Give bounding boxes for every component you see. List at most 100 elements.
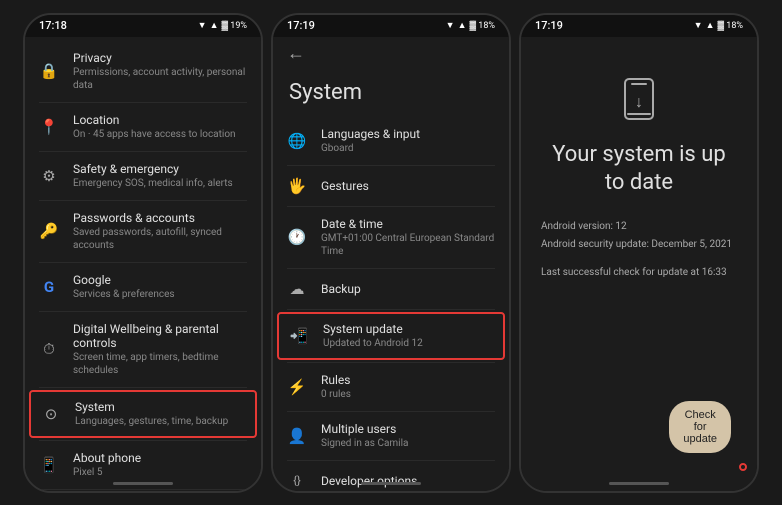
developer-title: Developer options <box>321 474 417 488</box>
signal-icon-1: ▼ <box>198 20 207 31</box>
backup-title: Backup <box>321 282 361 296</box>
phone-3: 17:19 ▼ ▲ ▓ 18% ↓ Your system is up to d… <box>519 13 759 493</box>
wellbeing-subtitle: Screen time, app timers, bedtime schedul… <box>73 351 247 377</box>
settings-list: 🔒 Privacy Permissions, account activity,… <box>25 37 261 491</box>
languages-item[interactable]: 🌐 Languages & input Gboard <box>273 117 509 165</box>
about-subtitle: Pixel 5 <box>73 466 141 479</box>
system-item[interactable]: ⊙ System Languages, gestures, time, back… <box>31 392 255 436</box>
screen-3: ↓ Your system is up to date Android vers… <box>521 37 757 491</box>
passwords-title: Passwords & accounts <box>73 211 247 225</box>
screen-1: 🔒 Privacy Permissions, account activity,… <box>25 37 261 491</box>
last-check-line: Last successful check for update at 16:3… <box>541 264 737 282</box>
signal-icon-2: ▼ <box>446 20 455 31</box>
signal-icon-3: ▼ <box>694 20 703 31</box>
passwords-item[interactable]: 🔑 Passwords & accounts Saved passwords, … <box>25 201 261 262</box>
google-icon: G <box>39 277 59 297</box>
status-bar-1: 17:18 ▼ ▲ ▓ 19% <box>25 15 261 37</box>
system-subtitle: Languages, gestures, time, backup <box>75 415 228 428</box>
users-title: Multiple users <box>321 422 408 436</box>
phone-update-icon: ↓ <box>617 77 661 121</box>
update-info: Android version: 12 Android security upd… <box>541 218 737 282</box>
rules-item[interactable]: ⚡ Rules 0 rules <box>273 363 509 411</box>
wifi-icon-2: ▲ <box>458 20 467 31</box>
users-icon: 👤 <box>287 426 307 446</box>
google-subtitle: Services & preferences <box>73 288 175 301</box>
status-icons-3: ▼ ▲ ▓ 18% <box>694 20 743 31</box>
datetime-icon: 🕐 <box>287 227 307 247</box>
update-title: Your system is up to date <box>541 141 737 198</box>
google-title: Google <box>73 273 175 287</box>
wifi-icon-1: ▲ <box>210 20 219 31</box>
system-update-item[interactable]: 📲 System update Updated to Android 12 <box>279 314 503 358</box>
wellbeing-icon: ⏱ <box>39 339 59 359</box>
status-time-1: 17:18 <box>39 19 67 32</box>
home-bar-3 <box>609 482 669 485</box>
passwords-icon: 🔑 <box>39 221 59 241</box>
location-item[interactable]: 📍 Location On · 45 apps have access to l… <box>25 103 261 151</box>
gestures-item[interactable]: 🖐 Gestures <box>273 166 509 206</box>
system-settings-list: 🌐 Languages & input Gboard 🖐 Gestures 🕐 … <box>273 113 509 491</box>
status-icons-2: ▼ ▲ ▓ 18% <box>446 20 495 31</box>
backup-item[interactable]: ☁ Backup <box>273 269 509 309</box>
back-button[interactable]: ← <box>273 37 509 70</box>
system-update-icon: 📲 <box>289 326 309 346</box>
divider <box>39 387 247 388</box>
system-title: System <box>75 400 228 414</box>
safety-subtitle: Emergency SOS, medical info, alerts <box>73 177 233 190</box>
status-time-3: 17:19 <box>535 19 563 32</box>
security-update-line: Android security update: December 5, 202… <box>541 236 737 254</box>
gestures-icon: 🖐 <box>287 176 307 196</box>
battery-icon-1: ▓ 19% <box>221 20 247 31</box>
passwords-subtitle: Saved passwords, autofill, synced accoun… <box>73 226 247 252</box>
status-bar-2: 17:19 ▼ ▲ ▓ 18% <box>273 15 509 37</box>
backup-icon: ☁ <box>287 279 307 299</box>
rules-subtitle: 0 rules <box>321 388 351 401</box>
location-title: Location <box>73 113 236 127</box>
privacy-icon: 🔒 <box>39 61 59 81</box>
svg-text:↓: ↓ <box>635 92 643 111</box>
system-update-subtitle: Updated to Android 12 <box>323 337 423 350</box>
home-bar-1 <box>113 482 173 485</box>
developer-item[interactable]: {} Developer options <box>273 461 509 491</box>
rules-icon: ⚡ <box>287 377 307 397</box>
phone-1: 17:18 ▼ ▲ ▓ 19% 🔒 Privacy Permissions, a… <box>23 13 263 493</box>
users-item[interactable]: 👤 Multiple users Signed in as Camila <box>273 412 509 460</box>
wifi-icon-3: ▲ <box>706 20 715 31</box>
home-bar-2 <box>361 482 421 485</box>
wellbeing-title: Digital Wellbeing & parental controls <box>73 322 247 350</box>
about-title: About phone <box>73 451 141 465</box>
location-subtitle: On · 45 apps have access to location <box>73 128 236 141</box>
check-update-button[interactable]: Check for update <box>669 401 731 453</box>
wellbeing-item[interactable]: ⏱ Digital Wellbeing & parental controls … <box>25 312 261 387</box>
safety-title: Safety & emergency <box>73 162 233 176</box>
datetime-item[interactable]: 🕐 Date & time GMT+01:00 Central European… <box>273 207 509 268</box>
system-page-title: System <box>273 70 509 113</box>
system-icon: ⊙ <box>41 404 61 424</box>
developer-icon: {} <box>287 471 307 491</box>
location-icon: 📍 <box>39 117 59 137</box>
tips-item[interactable]: ❓ Tips & support Help articles, phone & … <box>25 490 261 491</box>
privacy-item[interactable]: 🔒 Privacy Permissions, account activity,… <box>25 41 261 102</box>
update-icon-area: ↓ <box>617 77 661 125</box>
screen-2: ← System 🌐 Languages & input Gboard 🖐 Ge… <box>273 37 509 491</box>
languages-icon: 🌐 <box>287 131 307 151</box>
privacy-title: Privacy <box>73 51 247 65</box>
phone-2: 17:19 ▼ ▲ ▓ 18% ← System 🌐 Languages & i… <box>271 13 511 493</box>
about-icon: 📱 <box>39 455 59 475</box>
safety-item[interactable]: ⚙ Safety & emergency Emergency SOS, medi… <box>25 152 261 200</box>
safety-icon: ⚙ <box>39 166 59 186</box>
privacy-subtitle: Permissions, account activity, personal … <box>73 66 247 92</box>
datetime-subtitle: GMT+01:00 Central European Standard Time <box>321 232 495 258</box>
languages-subtitle: Gboard <box>321 142 420 155</box>
status-icons-1: ▼ ▲ ▓ 19% <box>198 20 247 31</box>
rules-title: Rules <box>321 373 351 387</box>
system-update-title: System update <box>323 322 423 336</box>
languages-title: Languages & input <box>321 127 420 141</box>
status-bar-3: 17:19 ▼ ▲ ▓ 18% <box>521 15 757 37</box>
datetime-title: Date & time <box>321 217 495 231</box>
divider <box>287 309 495 310</box>
android-version-line: Android version: 12 <box>541 218 737 236</box>
google-item[interactable]: G Google Services & preferences <box>25 263 261 311</box>
battery-icon-3: ▓ 18% <box>717 20 743 31</box>
users-subtitle: Signed in as Camila <box>321 437 408 450</box>
